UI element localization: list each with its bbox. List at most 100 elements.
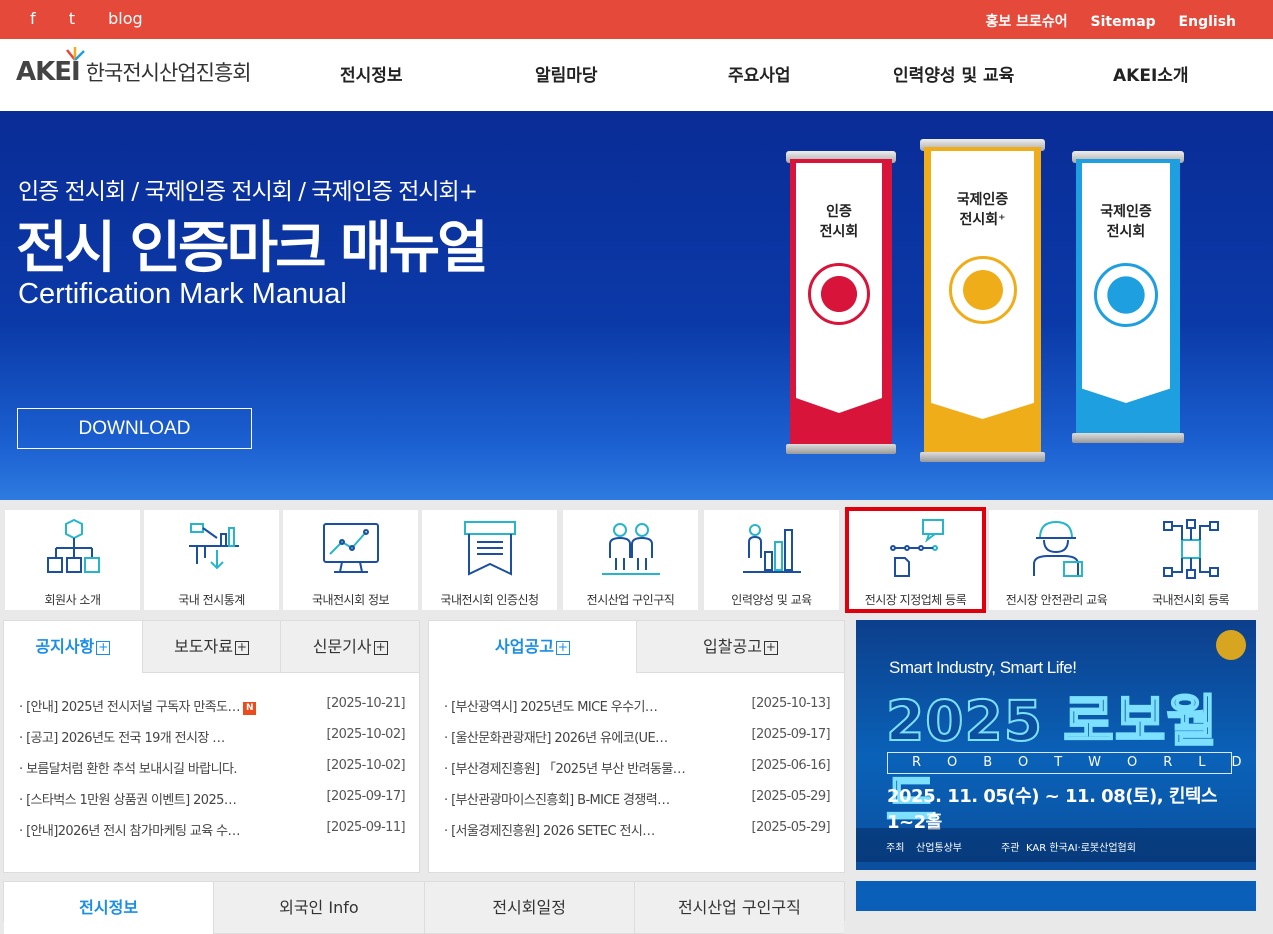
- plus-icon[interactable]: +: [234, 641, 249, 655]
- tab-notices[interactable]: 공지사항 +: [4, 621, 142, 673]
- tab-jobs[interactable]: 전시산업 구인구직: [633, 882, 844, 934]
- list-item[interactable]: · [부산광역시] 2025년도 MICE 우수기… [2025-10-13]: [444, 696, 831, 727]
- banner-intl: 국제인증 전시회: [1072, 151, 1184, 451]
- lower-tabs: 전시정보 외국인 Info 전시회일정 전시산업 구인구직: [4, 882, 844, 934]
- nav-training[interactable]: 인력양성 및 교육: [893, 61, 1014, 86]
- tab-business-notices[interactable]: 사업공고 +: [429, 621, 636, 673]
- quick-label: 전시장 안전관리 교육: [1005, 593, 1108, 607]
- quick-label: 인력양성 및 교육: [731, 593, 812, 607]
- facebook-link[interactable]: f: [30, 9, 36, 28]
- list-item[interactable]: · [울산문화관광재단] 2026년 유에코(UE… [2025-09-17]: [444, 727, 831, 758]
- list-item[interactable]: · [서울경제진흥원] 2026 SETEC 전시… [2025-05-29]: [444, 820, 831, 851]
- tab-schedule[interactable]: 전시회일정: [423, 882, 634, 934]
- banner-label-2: 전시회⁺: [959, 212, 1006, 228]
- item-title[interactable]: · [부산광역시] 2025년도 MICE 우수기…: [444, 696, 658, 715]
- host-label: 주최: [886, 843, 905, 854]
- hero-banner[interactable]: 인증 전시회 / 국제인증 전시회 / 국제인증 전시회+ 전시 인증마크 매뉴…: [0, 111, 1273, 500]
- lower-ad[interactable]: [856, 881, 1256, 911]
- org-name: KAR 한국AI·로봇산업협회: [1026, 843, 1136, 854]
- site-header: AKEI 한국전시산업진흥회 전시정보 알림마당 주요사업 인력양성 및 교육 …: [0, 39, 1273, 111]
- business-list: · [부산광역시] 2025년도 MICE 우수기… [2025-10-13] ·…: [444, 696, 831, 851]
- banner-base: [1072, 433, 1184, 443]
- site-logo[interactable]: AKEI 한국전시산업진흥회: [16, 47, 252, 87]
- quick-certification[interactable]: 국내전시회 인증신청: [422, 510, 557, 610]
- sitemap-link[interactable]: Sitemap: [1091, 14, 1156, 30]
- item-title[interactable]: · [안내]2026년 전시 참가마케팅 교육 수…: [19, 820, 241, 839]
- tab-label: 사업공고: [495, 637, 554, 656]
- twitter-link[interactable]: t: [69, 9, 75, 28]
- english-link[interactable]: English: [1179, 14, 1236, 30]
- blog-link[interactable]: blog: [108, 9, 143, 28]
- roboworld-ad[interactable]: Smart Industry, Smart Life! 2025 로보월드 RO…: [856, 620, 1256, 870]
- quick-member-companies[interactable]: 회원사 소개: [5, 510, 140, 610]
- brochure-link[interactable]: 홍보 브로슈어: [986, 14, 1068, 30]
- item-title[interactable]: · [스타벅스 1만원 상품권 이벤트] 2025…: [19, 789, 237, 808]
- item-date: [2025-10-02]: [326, 727, 406, 742]
- quick-label: 전시장 지정업체 등록: [864, 593, 967, 607]
- list-item[interactable]: · [부산관광마이스진흥회] B-MICE 경쟁력… [2025-05-29]: [444, 789, 831, 820]
- nav-exhibition-info[interactable]: 전시정보: [340, 61, 403, 86]
- plus-icon[interactable]: +: [555, 641, 570, 655]
- quick-label: 회원사 소개: [44, 593, 101, 607]
- ad-roboworld: ROBOTWORLD: [887, 752, 1242, 774]
- nav-main-business[interactable]: 주요사업: [728, 61, 791, 86]
- list-item[interactable]: · [안내]2026년 전시 참가마케팅 교육 수… [2025-09-11]: [19, 820, 406, 851]
- list-item[interactable]: · [안내] 2025년 전시저널 구독자 만족도… N [2025-10-21]: [19, 696, 406, 727]
- tab-label: 전시산업 구인구직: [677, 898, 801, 917]
- tab-press[interactable]: 보도자료 +: [141, 621, 281, 673]
- plus-icon[interactable]: +: [763, 641, 778, 655]
- network-chip-icon: [1163, 519, 1219, 579]
- notice-tabs: 공지사항 + 보도자료 + 신문기사 +: [4, 621, 420, 673]
- item-date: [2025-09-17]: [326, 789, 406, 804]
- safety-worker-icon: [1033, 520, 1083, 577]
- monitor-chart-icon: [323, 523, 379, 573]
- plus-icon[interactable]: +: [373, 641, 388, 655]
- quick-training[interactable]: 인력양성 및 교육: [704, 510, 839, 610]
- quick-safety[interactable]: 전시장 안전관리 교육: [989, 510, 1124, 610]
- intl-plus-seal-icon: [949, 256, 1017, 324]
- nav-about[interactable]: AKEI소개: [1113, 61, 1189, 86]
- ad-tagline: Smart Industry, Smart Life!: [889, 658, 1077, 677]
- list-item[interactable]: · [공고] 2026년도 전국 19개 전시장 … [2025-10-02]: [19, 727, 406, 758]
- nav-notices[interactable]: 알림마당: [535, 61, 598, 86]
- intl-seal-icon: [1094, 263, 1158, 327]
- logo-text: AKEI: [16, 57, 81, 87]
- item-title[interactable]: · [부산경제진흥원] 「2025년 부산 반려동물…: [444, 758, 686, 777]
- banner-base: [920, 452, 1045, 462]
- logo-spark-icon: [66, 47, 85, 61]
- tab-exhibition-info[interactable]: 전시정보: [4, 882, 214, 934]
- quick-venue-contractor[interactable]: 전시장 지정업체 등록: [845, 507, 986, 613]
- tab-label: 보도자료: [174, 637, 233, 656]
- item-title[interactable]: · [서울경제진흥원] 2026 SETEC 전시…: [444, 820, 655, 839]
- quick-jobs[interactable]: 전시산업 구인구직: [563, 510, 698, 610]
- tab-label: 공지사항: [35, 637, 95, 656]
- quick-label: 국내 전시통계: [178, 593, 245, 607]
- list-item[interactable]: · 보름달처럼 환한 추석 보내시길 바랍니다. [2025-10-02]: [19, 758, 406, 789]
- tab-news[interactable]: 신문기사 +: [280, 621, 420, 673]
- quick-statistics[interactable]: 국내 전시통계: [144, 510, 279, 610]
- item-date: [2025-10-13]: [751, 696, 831, 711]
- notice-list: · [안내] 2025년 전시저널 구독자 만족도… N [2025-10-21] …: [19, 696, 406, 851]
- plus-icon[interactable]: +: [96, 641, 111, 655]
- quick-exhibition-info[interactable]: 국내전시회 정보: [283, 510, 418, 610]
- statistics-icon: [189, 523, 239, 570]
- ad-sponsors: 주최 산업통상부 주관 KAR 한국AI·로봇산업협회: [856, 828, 1256, 862]
- lower-panel: 전시정보 외국인 Info 전시회일정 전시산업 구인구직: [3, 881, 845, 934]
- banner-label-2: 전시회: [1106, 224, 1146, 240]
- item-title[interactable]: · 보름달처럼 환한 추석 보내시길 바랍니다.: [19, 758, 237, 777]
- quick-register-exhibition[interactable]: 국내전시회 등록: [1123, 510, 1258, 610]
- hero-english-title: Certification Mark Manual: [18, 278, 347, 310]
- download-button[interactable]: DOWNLOAD: [17, 408, 252, 449]
- new-badge: N: [242, 702, 256, 715]
- item-title[interactable]: · [부산관광마이스진흥회] B-MICE 경쟁력…: [444, 789, 670, 808]
- list-item[interactable]: · [스타벅스 1만원 상품권 이벤트] 2025… [2025-09-17]: [19, 789, 406, 820]
- tab-bids[interactable]: 입찰공고 +: [636, 621, 844, 673]
- item-title[interactable]: · [울산문화관광재단] 2026년 유에코(UE…: [444, 727, 668, 746]
- item-title[interactable]: · [안내] 2025년 전시저널 구독자 만족도… N: [19, 696, 256, 715]
- item-date: [2025-09-11]: [326, 820, 406, 835]
- certificate-icon: [464, 521, 516, 576]
- list-item[interactable]: · [부산경제진흥원] 「2025년 부산 반려동물… [2025-06-16]: [444, 758, 831, 789]
- banner-base: [786, 444, 896, 454]
- item-title[interactable]: · [공고] 2026년도 전국 19개 전시장 …: [19, 727, 225, 746]
- tab-foreigner-info[interactable]: 외국인 Info: [213, 882, 424, 934]
